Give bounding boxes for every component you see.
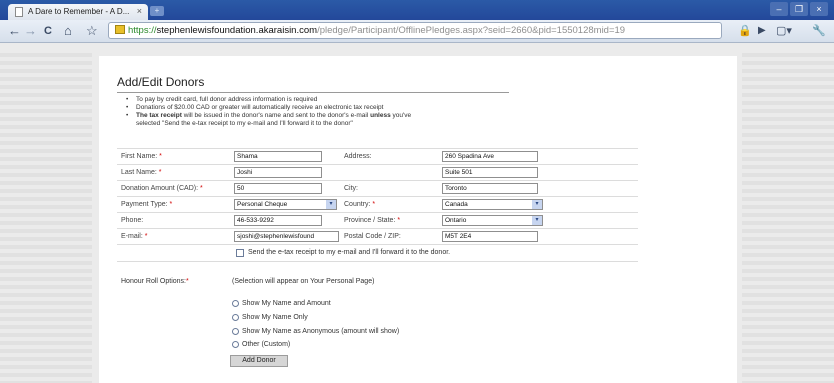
email-label: E-mail: * [121,233,148,240]
payment-type-select[interactable]: Personal Cheque ▾ [234,199,337,210]
browser-tab[interactable]: A Dare to Remember - A D... × [8,4,148,20]
wrench-icon[interactable]: 🔧 [812,23,826,39]
city-label: City: [344,185,358,192]
back-button[interactable]: ← [8,23,21,39]
address-label: Address: [344,153,372,160]
page-menu-icon[interactable]: ▢▾ [776,23,792,39]
postal-field[interactable]: M5T 2E4 [442,231,538,242]
radio-other-custom[interactable] [232,341,239,348]
browser-titlebar: A Dare to Remember - A D... × + – ❐ × [0,0,834,20]
close-window-button[interactable]: × [810,2,828,16]
address-line1-field[interactable]: 260 Spadina Ave [442,151,538,162]
etax-label: Send the e-tax receipt to my e-mail and … [248,249,451,256]
last-name-field[interactable]: Joshi [234,167,322,178]
maximize-button[interactable]: ❐ [790,2,808,16]
play-icon[interactable]: ▶ [758,23,766,39]
title-divider [117,92,509,93]
first-name-label: First Name: * [121,153,162,160]
bookmark-star-icon[interactable]: ☆ [86,23,98,39]
email-field[interactable]: sjoshi@stephenlewisfound [234,231,339,242]
country-select[interactable]: Canada ▾ [442,199,543,210]
radio-anonymous[interactable] [232,328,239,335]
url-scheme: https:// [128,25,157,36]
tab-close-icon[interactable]: × [137,6,142,16]
chevron-down-icon: ▾ [532,200,542,209]
minimize-button[interactable]: – [770,2,788,16]
forward-button[interactable]: → [24,23,37,39]
payment-type-label: Payment Type: * [121,201,173,208]
form-row: Payment Type: * Personal Cheque ▾ Country… [117,196,638,212]
page-icon [15,7,23,17]
donation-amount-label: Donation Amount (CAD): * [121,185,203,192]
honour-roll-label: Honour Roll Options:* [121,278,189,285]
city-field[interactable]: Toronto [442,183,538,194]
reload-button[interactable]: C [44,23,52,39]
chevron-down-icon: ▾ [326,200,336,209]
page-title: Add/Edit Donors [117,75,205,89]
phone-label: Phone: [121,217,144,224]
form-row: Phone: 46-533-9292 Province / State: * O… [117,212,638,228]
province-select[interactable]: Ontario ▾ [442,215,543,226]
radio-name-only[interactable] [232,314,239,321]
donation-amount-field[interactable]: 50 [234,183,322,194]
new-tab-button[interactable]: + [150,6,164,16]
add-donor-button[interactable]: Add Donor [230,355,288,367]
option-label: Show My Name as Anonymous (amount will s… [242,328,400,335]
notes-list: To pay by credit card, full donor addres… [126,96,526,128]
form-row: E-mail: * sjoshi@stephenlewisfound Posta… [117,228,638,244]
left-decor-strip [0,53,92,383]
home-button[interactable]: ⌂ [64,23,72,39]
province-label: Province / State: * [344,217,401,224]
option-label: Show My Name and Amount [242,300,331,307]
option-label: Show My Name Only [242,314,308,321]
lock-icon [115,25,125,34]
form-row: Donation Amount (CAD): * 50 City: Toront… [117,180,638,196]
address-line2-field[interactable]: Suite 501 [442,167,538,178]
postal-label: Postal Code / ZIP: [344,233,401,240]
form-row: First Name: * Shama Address: 260 Spadina… [117,148,638,164]
form-row: Last Name: * Joshi Suite 501 [117,164,638,180]
first-name-field[interactable]: Shama [234,151,322,162]
right-decor-strip [742,53,834,383]
etax-checkbox[interactable] [236,249,244,257]
note-item: The tax receipt will be issued in the do… [126,112,526,128]
note-item: Donations of $20.00 CAD or greater will … [126,104,526,112]
note-item: To pay by credit card, full donor addres… [126,96,526,104]
last-name-label: Last Name: * [121,169,162,176]
chevron-down-icon: ▾ [532,216,542,225]
radio-name-and-amount[interactable] [232,300,239,307]
form-row: Send the e-tax receipt to my e-mail and … [117,244,638,262]
security-lock-icon[interactable]: 🔒 [738,23,752,39]
url-path: /pledge/Participant/OfflinePledges.aspx?… [317,25,626,36]
browser-toolbar: ← → C ⌂ ☆ https://stephenlewisfoundation… [0,20,834,43]
country-label: Country: * [344,201,376,208]
honour-roll-note: (Selection will appear on Your Personal … [232,278,375,285]
tab-title: A Dare to Remember - A D... [28,7,130,16]
url-host: stephenlewisfoundation.akaraisin.com [156,25,318,36]
phone-field[interactable]: 46-533-9292 [234,215,322,226]
option-label: Other (Custom) [242,341,291,348]
address-bar[interactable]: https://stephenlewisfoundation.akaraisin… [108,22,722,39]
